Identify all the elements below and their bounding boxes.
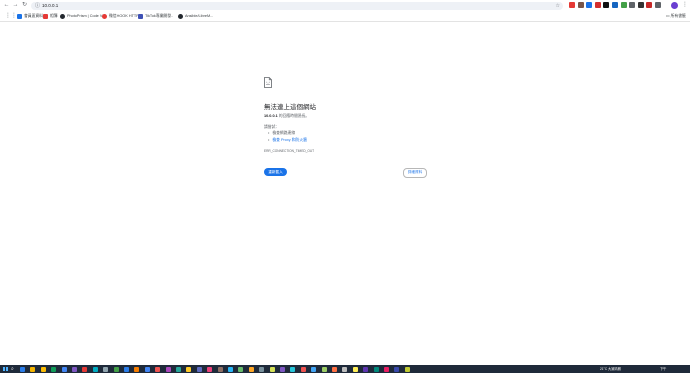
details-button[interactable]: 詳細資料 bbox=[403, 168, 427, 178]
taskbar-app-icon[interactable] bbox=[82, 366, 88, 372]
taskbar-app-icon[interactable] bbox=[196, 366, 202, 372]
taskbar-app-icon[interactable] bbox=[228, 366, 233, 372]
bookmark-favicon-icon bbox=[17, 13, 22, 19]
error-description: 10.0.0.1 的回應時間過長。 bbox=[264, 114, 309, 119]
taskbar-app-icon[interactable] bbox=[352, 366, 358, 372]
taskbar: ⌕ 21°C 大致晴朗 下午 bbox=[0, 365, 690, 373]
taskbar-app-icon[interactable] bbox=[61, 366, 67, 372]
extension-icon[interactable] bbox=[586, 2, 593, 8]
error-title: 無法連上這個網站 bbox=[264, 104, 316, 111]
suggestion-check-proxy-link[interactable]: 檢查 Proxy 和防火牆 bbox=[268, 138, 307, 143]
taskbar-app-icon[interactable] bbox=[40, 366, 46, 372]
taskbar-app-icon[interactable] bbox=[342, 366, 348, 372]
taskbar-app-icon[interactable] bbox=[144, 366, 150, 372]
taskbar-app-icon[interactable] bbox=[321, 366, 327, 372]
extension-icon[interactable] bbox=[603, 2, 610, 8]
taskbar-app-icon[interactable] bbox=[176, 366, 181, 372]
taskbar-app-icon[interactable] bbox=[311, 366, 317, 372]
error-code: ERR_CONNECTION_TIMED_OUT bbox=[264, 149, 315, 153]
taskbar-app-icon[interactable] bbox=[113, 366, 119, 372]
extension-icon[interactable] bbox=[637, 2, 644, 8]
taskbar-app-icon[interactable] bbox=[394, 366, 400, 372]
bookmark-item[interactable]: Ansible/LibreM... bbox=[178, 13, 213, 20]
bookmark-item[interactable]: PhotoPrism | Code V... bbox=[60, 13, 105, 20]
taskbar-app-icon[interactable] bbox=[280, 366, 285, 372]
taskbar-app-icon[interactable] bbox=[51, 366, 57, 372]
extension-icon[interactable] bbox=[620, 2, 627, 8]
start-windows-icon[interactable] bbox=[3, 366, 8, 372]
clock[interactable]: 下午 bbox=[660, 367, 666, 372]
taskbar-app-icon[interactable] bbox=[165, 366, 171, 372]
site-info-icon[interactable]: ⓘ bbox=[35, 3, 40, 9]
reload-icon[interactable]: ↻ bbox=[21, 2, 28, 9]
profile-avatar[interactable] bbox=[671, 1, 678, 9]
taskbar-app-icon[interactable] bbox=[134, 366, 140, 372]
taskbar-app-icon[interactable] bbox=[384, 366, 389, 372]
menu-icon[interactable]: ⋮ bbox=[682, 1, 688, 9]
sad-document-icon bbox=[264, 77, 272, 88]
taskbar-app-icon[interactable] bbox=[300, 366, 306, 372]
taskbar-app-icon[interactable] bbox=[30, 366, 36, 372]
extension-icon[interactable] bbox=[646, 2, 653, 8]
bookmark-item[interactable]: TikTok專業開發.. bbox=[138, 13, 173, 20]
bookmark-favicon-icon bbox=[102, 13, 107, 19]
taskbar-app-icon[interactable] bbox=[72, 366, 77, 372]
bookmarks-bar: ⋮⋮ 會員區資料 相簿 PhotoPrism | Code V... 微信HOO… bbox=[0, 11, 690, 22]
github-icon bbox=[60, 13, 65, 19]
taskbar-app-icon[interactable] bbox=[186, 366, 192, 372]
address-url[interactable]: 10.0.0.1 bbox=[42, 3, 58, 9]
taskbar-app-icon[interactable] bbox=[207, 366, 213, 372]
taskbar-app-icon[interactable] bbox=[404, 366, 410, 372]
try-heading: 請嘗試： bbox=[264, 125, 280, 129]
browser-toolbar: ← → ↻ ⓘ 10.0.0.1 ☆ ⋮ bbox=[0, 0, 690, 11]
extension-icon[interactable] bbox=[612, 2, 618, 8]
extension-icon[interactable] bbox=[629, 2, 636, 8]
bookmark-item[interactable]: 相簿 bbox=[43, 13, 58, 20]
taskbar-app-icon[interactable] bbox=[290, 366, 296, 372]
taskbar-app-icon[interactable] bbox=[248, 366, 254, 372]
error-message: 的回應時間過長。 bbox=[277, 114, 310, 118]
back-icon[interactable]: ← bbox=[3, 2, 10, 9]
extension-icon[interactable] bbox=[655, 2, 661, 8]
taskbar-app-icon[interactable] bbox=[217, 366, 223, 372]
error-host: 10.0.0.1 bbox=[264, 114, 278, 118]
bookmark-favicon-icon bbox=[43, 13, 48, 19]
bookmark-item[interactable]: 會員區資料 bbox=[17, 13, 43, 20]
bookmark-favicon-icon bbox=[138, 13, 143, 19]
taskbar-app-icon[interactable] bbox=[269, 366, 275, 372]
taskbar-app-icon[interactable] bbox=[103, 366, 109, 372]
all-bookmarks-folder[interactable]: ▭ 所有書籤 bbox=[666, 13, 686, 19]
bookmark-star-icon[interactable]: ☆ bbox=[556, 3, 560, 9]
taskbar-app-icon[interactable] bbox=[332, 366, 337, 372]
bookmark-item[interactable]: 微信HOOK HTTP bbox=[102, 13, 139, 20]
taskbar-app-icon[interactable] bbox=[238, 366, 244, 372]
taskbar-app-icon[interactable] bbox=[124, 366, 129, 372]
extension-icon[interactable] bbox=[569, 2, 575, 8]
apps-grid-icon[interactable]: ⋮⋮ bbox=[5, 13, 17, 19]
weather-status[interactable]: 21°C 大致晴朗 bbox=[600, 367, 621, 372]
taskbar-app-icon[interactable] bbox=[20, 366, 25, 372]
suggestion-check-network: 檢查網路連線 bbox=[268, 131, 295, 136]
reload-button[interactable]: 重新載入 bbox=[264, 168, 287, 176]
taskbar-search-icon[interactable]: ⌕ bbox=[11, 366, 14, 372]
taskbar-app-icon[interactable] bbox=[363, 366, 369, 372]
taskbar-app-icon[interactable] bbox=[373, 366, 379, 372]
taskbar-app-icon[interactable] bbox=[92, 366, 98, 372]
forward-icon[interactable]: → bbox=[12, 2, 19, 9]
address-bar[interactable]: ⓘ 10.0.0.1 ☆ bbox=[31, 1, 563, 10]
extension-icon[interactable] bbox=[577, 2, 584, 8]
extension-icon[interactable] bbox=[594, 2, 601, 8]
start-logo-pane bbox=[5, 369, 8, 371]
taskbar-app-icon[interactable] bbox=[259, 366, 265, 372]
github-icon bbox=[178, 13, 183, 19]
taskbar-app-icon[interactable] bbox=[155, 366, 161, 372]
